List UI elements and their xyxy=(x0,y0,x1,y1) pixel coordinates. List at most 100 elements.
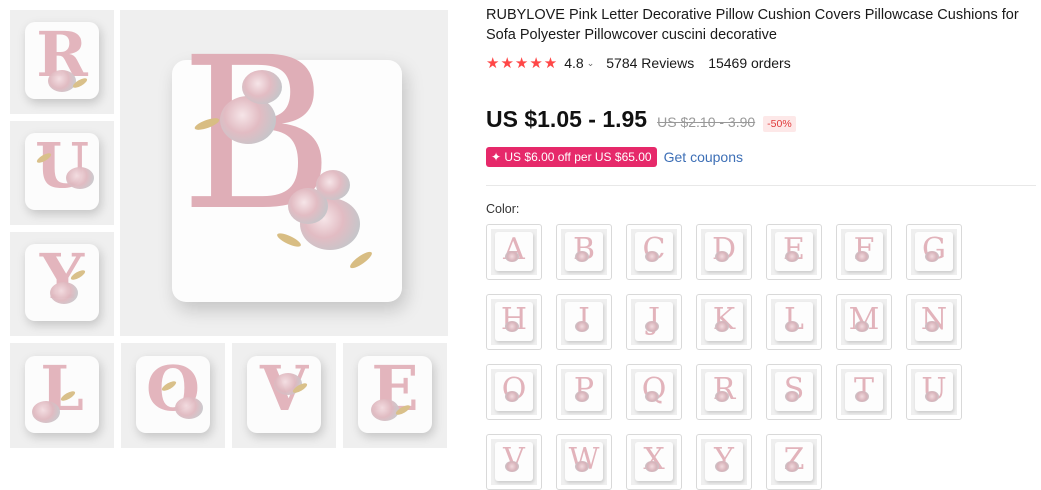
swatch-image: C xyxy=(631,229,677,275)
thumbnail-u[interactable]: U xyxy=(10,121,114,225)
color-swatch-w[interactable]: W xyxy=(556,434,612,490)
color-label: Color: xyxy=(486,202,520,216)
swatch-image: E xyxy=(771,229,817,275)
color-swatch-f[interactable]: F xyxy=(836,224,892,280)
flower-decoration xyxy=(785,461,799,472)
flower-decoration xyxy=(645,321,659,332)
color-swatch-k[interactable]: K xyxy=(696,294,752,350)
main-product-image[interactable]: B xyxy=(120,10,448,336)
thumbnail-l[interactable]: L xyxy=(10,343,114,448)
flower-decoration xyxy=(715,391,729,402)
flower-decoration xyxy=(925,391,939,402)
swatch-letter: N xyxy=(920,302,948,337)
swatch-image: B xyxy=(561,229,607,275)
swatch-image: F xyxy=(841,229,887,275)
flower-decoration xyxy=(175,397,203,419)
swatch-letter: T xyxy=(853,372,874,407)
divider xyxy=(486,185,1036,186)
flower-decoration xyxy=(48,70,76,92)
color-swatch-l[interactable]: L xyxy=(766,294,822,350)
color-swatch-z[interactable]: Z xyxy=(766,434,822,490)
color-swatch-t[interactable]: T xyxy=(836,364,892,420)
coupon-row: ✦ US $6.00 off per US $65.00 Get coupons xyxy=(486,147,743,167)
color-swatch-o[interactable]: O xyxy=(486,364,542,420)
flower-decoration xyxy=(785,251,799,262)
swatch-image: Y xyxy=(701,439,747,485)
swatch-image: S xyxy=(771,369,817,415)
swatch-letter: Y xyxy=(714,442,734,477)
original-price: US $2.10 - 3.90 xyxy=(657,114,756,130)
color-swatch-m[interactable]: M xyxy=(836,294,892,350)
current-price: US $1.05 - 1.95 xyxy=(486,106,648,132)
color-swatch-h[interactable]: H xyxy=(486,294,542,350)
thumbnail-letter: L xyxy=(40,351,84,425)
swatch-image: P xyxy=(561,369,607,415)
swatch-letter: M xyxy=(848,302,880,337)
chevron-down-icon[interactable]: ⌄ xyxy=(587,58,595,69)
swatch-letter: C xyxy=(642,232,666,267)
flower-decoration xyxy=(785,321,799,332)
color-swatch-x[interactable]: X xyxy=(626,434,682,490)
color-swatch-j[interactable]: J xyxy=(626,294,682,350)
swatch-image: W xyxy=(561,439,607,485)
rating-value[interactable]: 4.8 xyxy=(564,55,583,71)
flower-decoration xyxy=(855,251,869,262)
swatch-letter: Z xyxy=(783,442,805,477)
thumbnail-y[interactable]: Y xyxy=(10,232,114,336)
flower-decoration xyxy=(66,167,94,189)
swatch-image: A xyxy=(491,229,537,275)
flower-decoration xyxy=(855,391,869,402)
flower-decoration xyxy=(371,399,399,421)
swatch-image: D xyxy=(701,229,747,275)
swatch-letter: P xyxy=(573,372,595,407)
flower-decoration xyxy=(925,251,939,262)
thumbnail-letter: O xyxy=(145,351,200,425)
thumbnail-r[interactable]: R xyxy=(10,10,114,114)
swatch-letter: W xyxy=(568,442,600,477)
color-swatch-u[interactable]: U xyxy=(906,364,962,420)
thumbnail-v[interactable]: V xyxy=(232,343,336,448)
color-swatch-a[interactable]: A xyxy=(486,224,542,280)
swatch-image: Q xyxy=(631,369,677,415)
flower-decoration xyxy=(715,461,729,472)
color-swatch-i[interactable]: I xyxy=(556,294,612,350)
color-swatch-p[interactable]: P xyxy=(556,364,612,420)
swatch-letter: E xyxy=(783,232,805,267)
color-swatch-q[interactable]: Q xyxy=(626,364,682,420)
flower-decoration xyxy=(715,321,729,332)
color-swatch-b[interactable]: B xyxy=(556,224,612,280)
flower-decoration xyxy=(575,251,589,262)
star-rating-icon: ★★★★★ xyxy=(486,55,559,72)
color-swatch-n[interactable]: N xyxy=(906,294,962,350)
swatch-image: R xyxy=(701,369,747,415)
swatch-letter: R xyxy=(712,372,736,407)
color-swatch-e[interactable]: E xyxy=(766,224,822,280)
orders-count: 15469 orders xyxy=(708,55,791,71)
color-swatch-s[interactable]: S xyxy=(766,364,822,420)
flower-decoration xyxy=(575,321,589,332)
flower-decoration xyxy=(855,321,869,332)
product-title: RUBYLOVE Pink Letter Decorative Pillow C… xyxy=(486,7,1019,43)
color-swatch-r[interactable]: R xyxy=(696,364,752,420)
color-swatch-g[interactable]: G xyxy=(906,224,962,280)
swatch-letter: L xyxy=(784,302,804,337)
color-swatch-v[interactable]: V xyxy=(486,434,542,490)
color-swatch-y[interactable]: Y xyxy=(696,434,752,490)
get-coupons-link[interactable]: Get coupons xyxy=(664,149,743,165)
flower-decoration xyxy=(505,461,519,472)
thumbnail-o[interactable]: O xyxy=(121,343,225,448)
reviews-link[interactable]: 5784 Reviews xyxy=(606,55,694,71)
coupon-badge[interactable]: ✦ US $6.00 off per US $65.00 xyxy=(486,147,657,167)
thumbnail-e[interactable]: E xyxy=(343,343,447,448)
swatch-image: M xyxy=(841,299,887,345)
flower-decoration xyxy=(242,70,282,104)
swatch-letter: J xyxy=(647,302,661,337)
color-swatch-d[interactable]: D xyxy=(696,224,752,280)
flower-decoration xyxy=(32,401,60,423)
flower-decoration xyxy=(505,391,519,402)
discount-badge: -50% xyxy=(763,116,796,132)
color-swatch-c[interactable]: C xyxy=(626,224,682,280)
swatch-letter: S xyxy=(783,372,805,407)
swatch-letter: I xyxy=(578,302,590,337)
swatch-letter: D xyxy=(711,232,737,267)
